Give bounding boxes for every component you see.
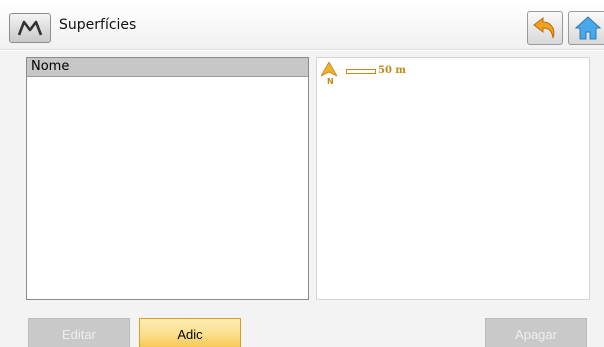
home-icon [574, 16, 602, 40]
home-button[interactable] [568, 11, 604, 45]
surfaces-list[interactable]: Nome [26, 57, 309, 300]
map-view[interactable]: N 50 m [316, 57, 590, 300]
m-logo-icon [17, 20, 43, 36]
edit-button[interactable]: Editar [28, 318, 130, 347]
add-button[interactable]: Adic [139, 318, 241, 347]
column-header-nome[interactable]: Nome [27, 58, 308, 77]
undo-arrow-icon [533, 16, 555, 39]
north-label: N [327, 77, 334, 86]
scale-bar [346, 69, 376, 74]
scale-label: 50 m [378, 65, 406, 76]
title-bar: Superfícies [0, 0, 604, 50]
menu-button[interactable] [9, 13, 51, 43]
delete-button[interactable]: Apagar [485, 318, 587, 347]
back-button[interactable] [527, 11, 563, 45]
page-title: Superfícies [59, 17, 137, 33]
